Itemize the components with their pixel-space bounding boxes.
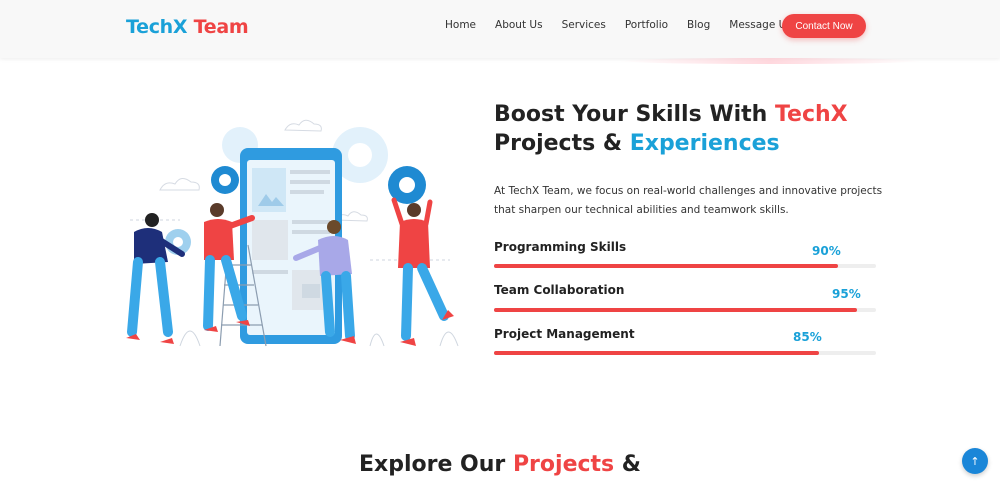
nav-services[interactable]: Services: [562, 19, 606, 31]
skill-programming: Programming Skills 90%: [494, 240, 876, 268]
section-title-highlight: Projects: [512, 452, 615, 477]
projects-section-title: Explore Our Projects &: [0, 450, 1000, 480]
section-title-part: Explore Our: [359, 452, 513, 477]
main-nav: Home About Us Services Portfolio Blog Me…: [445, 19, 811, 31]
team-illustration: [126, 119, 459, 347]
skill-percent: 90%: [812, 244, 841, 258]
hero-title-highlight-experiences: Experiences: [629, 131, 780, 156]
logo-part-techx: TechX: [126, 16, 188, 38]
scroll-to-top-button[interactable]: ↑: [962, 448, 988, 474]
skill-progress-track: [494, 351, 876, 355]
skill-progress-track: [494, 264, 876, 268]
header-accent-glow: [620, 58, 920, 64]
contact-now-button[interactable]: Contact Now: [782, 14, 866, 38]
site-logo[interactable]: TechX Team: [126, 16, 249, 38]
skill-project-management: Project Management 85%: [494, 327, 876, 355]
skill-progress-fill: [494, 264, 838, 268]
nav-home[interactable]: Home: [445, 19, 476, 31]
hero-title-line2: Projects &: [494, 131, 630, 156]
logo-part-team: Team: [193, 16, 249, 38]
hero-title-line1: Boost Your Skills With: [494, 102, 775, 127]
hero-title: Boost Your Skills With TechX Projects & …: [494, 100, 894, 158]
skill-progress-track: [494, 308, 876, 312]
section-title-part: &: [614, 452, 641, 477]
site-header: TechX Team Home About Us Services Portfo…: [0, 0, 1000, 58]
nav-about-us[interactable]: About Us: [495, 19, 543, 31]
skill-progress-fill: [494, 351, 819, 355]
skill-name: Team Collaboration: [494, 283, 625, 297]
skill-team-collaboration: Team Collaboration 95%: [494, 283, 876, 312]
arrow-up-icon: ↑: [970, 454, 980, 468]
skill-percent: 85%: [793, 330, 822, 344]
skill-progress-fill: [494, 308, 857, 312]
hero-description: At TechX Team, we focus on real-world ch…: [494, 185, 883, 216]
hero-title-highlight-techx: TechX: [774, 102, 848, 127]
nav-blog[interactable]: Blog: [687, 19, 710, 31]
skill-percent: 95%: [832, 287, 861, 301]
nav-portfolio[interactable]: Portfolio: [625, 19, 668, 31]
